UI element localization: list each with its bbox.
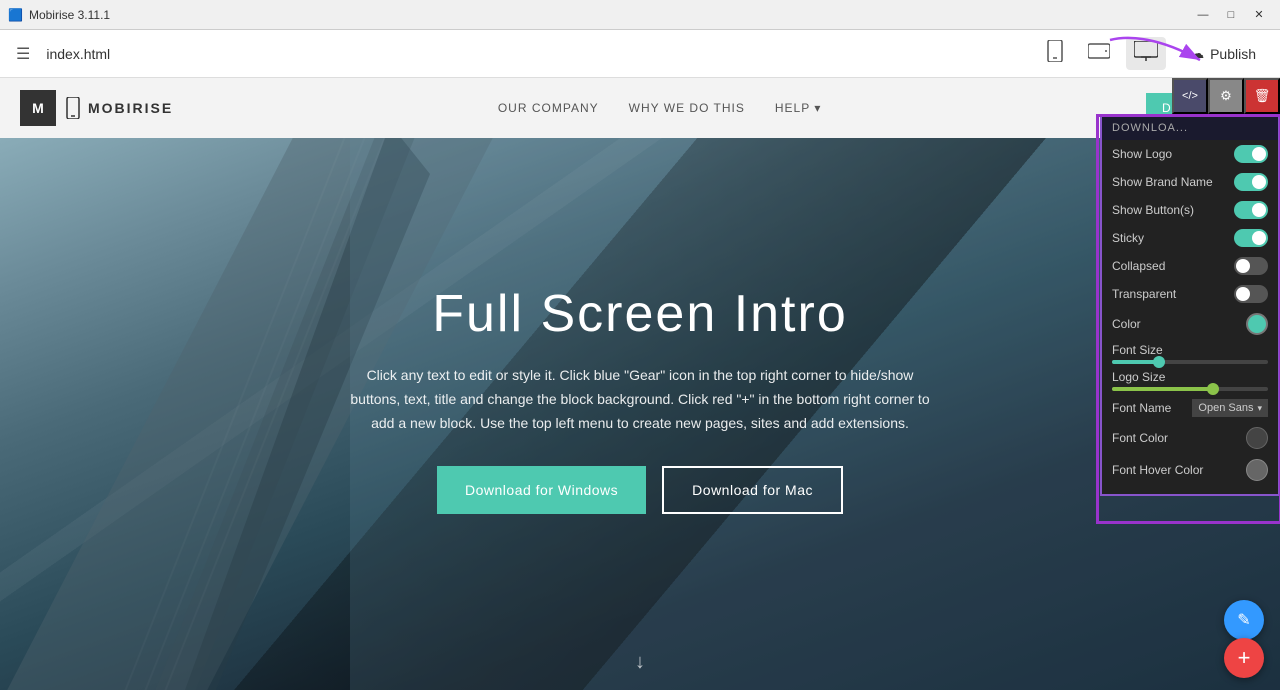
show-buttons-toggle[interactable]: [1234, 201, 1268, 219]
app-title: Mobirise 3.11.1: [29, 8, 110, 22]
transparent-knob: [1236, 287, 1250, 301]
delete-block-button[interactable]: 🗑: [1244, 78, 1280, 114]
sticky-label: Sticky: [1112, 231, 1144, 245]
website-preview: M MOBIRISE OUR COMPANY WHY WE DO THIS HE…: [0, 78, 1280, 690]
editor-toolbar: </> ⚙ 🗑: [1172, 78, 1280, 114]
cloud-icon: ☁: [1190, 45, 1204, 62]
logo-size-label: Logo Size: [1112, 370, 1268, 384]
preview-logo: M MOBIRISE: [20, 90, 173, 126]
collapsed-toggle[interactable]: [1234, 257, 1268, 275]
show-logo-toggle[interactable]: [1234, 145, 1268, 163]
font-size-track[interactable]: [1112, 360, 1268, 364]
settings-button[interactable]: ⚙: [1208, 78, 1244, 114]
show-buttons-knob: [1252, 203, 1266, 217]
color-swatch[interactable]: [1246, 313, 1268, 335]
logo-letter: M: [32, 100, 44, 116]
desktop-view-button[interactable]: [1126, 37, 1166, 70]
app-toolbar: ☰ index.html ☁ Publish: [0, 30, 1280, 78]
code-editor-button[interactable]: </>: [1172, 78, 1208, 114]
app-icon: 🟦: [8, 8, 23, 22]
hero-section: Full Screen Intro Click any text to edit…: [0, 138, 1280, 690]
font-name-row: Font Name Open Sans ▾: [1102, 394, 1278, 422]
font-size-label: Font Size: [1112, 343, 1268, 357]
font-hover-color-label: Font Hover Color: [1112, 463, 1203, 477]
file-name: index.html: [46, 46, 1026, 62]
pencil-icon: ✎: [1237, 610, 1250, 630]
font-hover-color-row: Font Hover Color: [1102, 454, 1278, 486]
trash-icon: 🗑: [1254, 88, 1271, 104]
show-brand-name-toggle[interactable]: [1234, 173, 1268, 191]
nav-link-company[interactable]: OUR COMPANY: [498, 101, 599, 115]
collapsed-label: Collapsed: [1112, 259, 1165, 273]
close-button[interactable]: ✕: [1246, 4, 1272, 26]
plus-icon: +: [1238, 645, 1251, 671]
nav-link-why[interactable]: WHY WE DO THIS: [629, 101, 745, 115]
hero-content: Full Screen Intro Click any text to edit…: [320, 284, 960, 543]
font-size-row: Font Size: [1102, 340, 1278, 367]
font-size-thumb: [1153, 356, 1165, 368]
font-hover-color-swatch[interactable]: [1246, 459, 1268, 481]
hero-buttons: Download for Windows Download for Mac: [340, 466, 940, 514]
show-logo-label: Show Logo: [1112, 147, 1172, 161]
font-name-value: Open Sans: [1198, 402, 1253, 414]
settings-panel: DOWNLOA... Show Logo Show Brand Name Sho…: [1100, 114, 1280, 496]
nav-link-help[interactable]: HELP ▾: [775, 101, 822, 115]
mobile-view-button[interactable]: [1038, 36, 1072, 71]
minimize-button[interactable]: —: [1190, 4, 1216, 26]
collapsed-row: Collapsed: [1102, 252, 1278, 280]
preview-nav: M MOBIRISE OUR COMPANY WHY WE DO THIS HE…: [0, 78, 1280, 138]
transparent-row: Transparent: [1102, 280, 1278, 308]
code-icon: </>: [1182, 90, 1198, 102]
download-windows-button[interactable]: Download for Windows: [437, 466, 646, 514]
transparent-label: Transparent: [1112, 287, 1176, 301]
color-label: Color: [1112, 317, 1141, 331]
title-bar-left: 🟦 Mobirise 3.11.1: [8, 8, 110, 22]
color-row: Color: [1102, 308, 1278, 340]
maximize-button[interactable]: □: [1218, 4, 1244, 26]
show-buttons-row: Show Button(s): [1102, 196, 1278, 224]
tablet-view-button[interactable]: [1080, 38, 1118, 69]
gear-icon: ⚙: [1220, 88, 1232, 104]
publish-label: Publish: [1210, 46, 1256, 62]
collapsed-knob: [1236, 259, 1250, 273]
logo-size-track[interactable]: [1112, 387, 1268, 391]
publish-button[interactable]: ☁ Publish: [1178, 39, 1268, 68]
hero-description: Click any text to edit or style it. Clic…: [340, 364, 940, 435]
sticky-knob: [1252, 231, 1266, 245]
edit-fab-button[interactable]: ✎: [1224, 600, 1264, 640]
sticky-row: Sticky: [1102, 224, 1278, 252]
font-color-row: Font Color: [1102, 422, 1278, 454]
add-block-fab-button[interactable]: +: [1224, 638, 1264, 678]
font-size-fill: [1112, 360, 1159, 364]
font-name-label: Font Name: [1112, 401, 1171, 415]
logo-icon: M: [20, 90, 56, 126]
title-bar-controls: — □ ✕: [1190, 4, 1272, 26]
download-mac-button[interactable]: Download for Mac: [662, 466, 843, 514]
logo-brand-name: MOBIRISE: [88, 100, 173, 116]
logo-size-row: Logo Size: [1102, 367, 1278, 394]
scroll-down-arrow: ↓: [635, 651, 645, 674]
show-buttons-label: Show Button(s): [1112, 203, 1194, 217]
dropdown-chevron: ▾: [1257, 403, 1262, 414]
preview-nav-links: OUR COMPANY WHY WE DO THIS HELP ▾: [193, 101, 1126, 115]
hero-title: Full Screen Intro: [340, 284, 940, 344]
font-color-label: Font Color: [1112, 431, 1168, 445]
device-buttons: [1038, 36, 1166, 71]
show-brand-name-label: Show Brand Name: [1112, 175, 1213, 189]
hamburger-button[interactable]: ☰: [12, 40, 34, 68]
settings-panel-header: DOWNLOA...: [1102, 116, 1278, 140]
transparent-toggle[interactable]: [1234, 285, 1268, 303]
show-logo-knob: [1252, 147, 1266, 161]
font-name-select[interactable]: Open Sans ▾: [1192, 399, 1268, 417]
logo-size-fill: [1112, 387, 1213, 391]
main-area: </> ⚙ 🗑 M MOBIRISE OUR COMPANY WHY WE DO…: [0, 78, 1280, 690]
sticky-toggle[interactable]: [1234, 229, 1268, 247]
font-color-swatch[interactable]: [1246, 427, 1268, 449]
show-brand-name-knob: [1252, 175, 1266, 189]
title-bar: 🟦 Mobirise 3.11.1 — □ ✕: [0, 0, 1280, 30]
phone-icon: [66, 97, 80, 119]
show-logo-row: Show Logo: [1102, 140, 1278, 168]
show-brand-name-row: Show Brand Name: [1102, 168, 1278, 196]
